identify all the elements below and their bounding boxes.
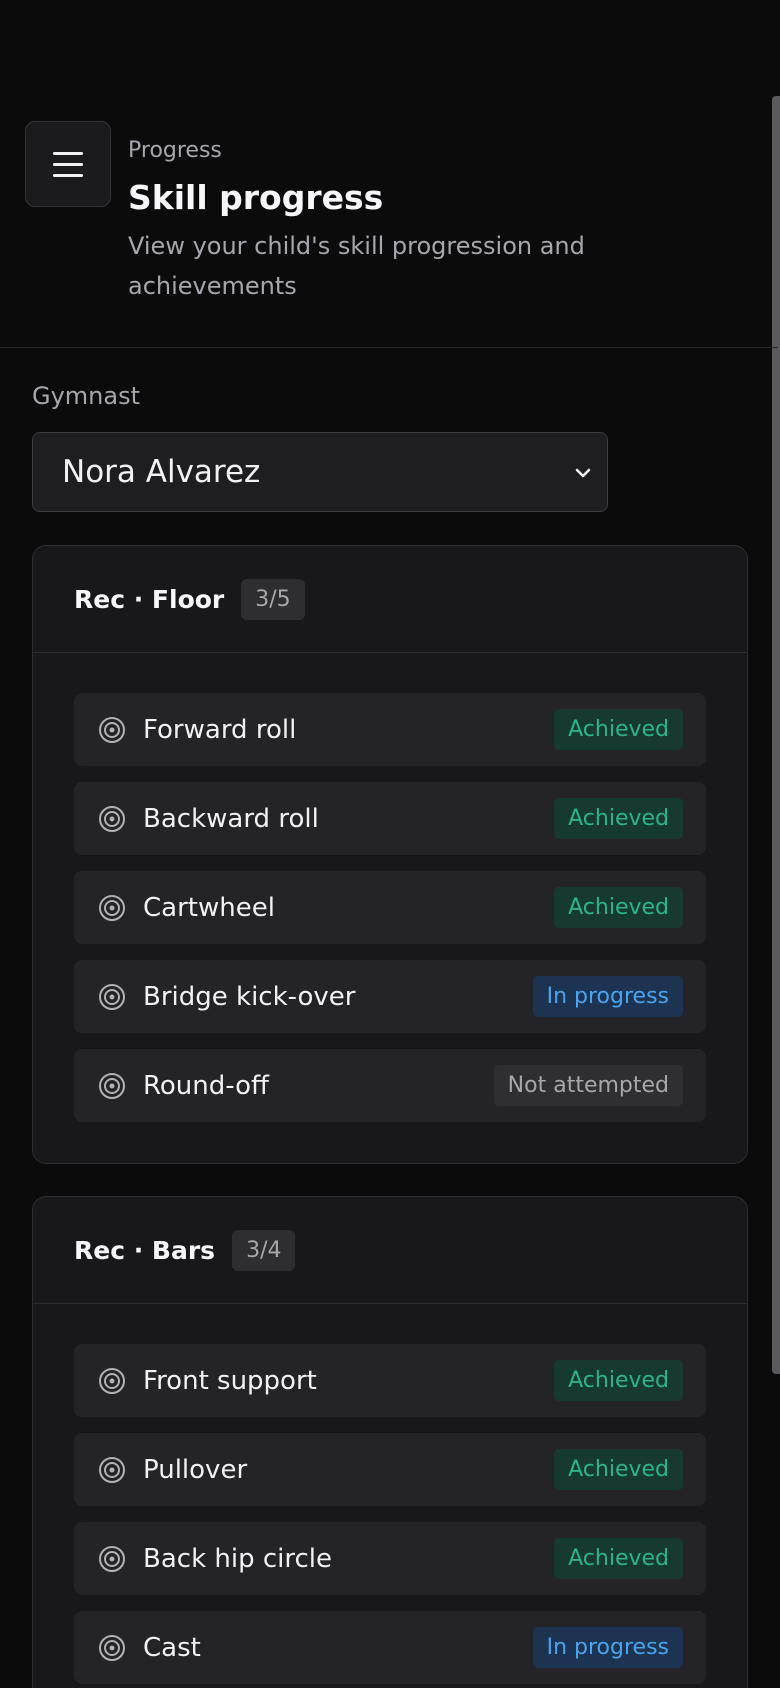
hamburger-menu-icon (53, 151, 83, 155)
category-title: Rec · Floor (74, 584, 225, 614)
skill-row[interactable]: Front support Achieved (74, 1344, 706, 1417)
skill-row[interactable]: Cartwheel Achieved (74, 871, 706, 944)
skill-name: Back hip circle (143, 1543, 333, 1574)
status-badge: Achieved (554, 709, 683, 750)
status-badge: Achieved (554, 1449, 683, 1490)
category-card-bars: Rec · Bars 3/4 Front support Achieved Pu… (32, 1196, 748, 1688)
target-icon (99, 1634, 125, 1661)
achieved-count-badge: 3/5 (241, 578, 305, 620)
skill-row[interactable]: Bridge kick-over In progress (74, 960, 706, 1033)
status-badge: Not attempted (493, 1065, 683, 1106)
achieved-count-badge: 3/4 (232, 1229, 296, 1271)
skill-name: Backward roll (143, 803, 319, 834)
target-icon (99, 983, 125, 1010)
status-badge: In progress (532, 1627, 683, 1668)
target-icon (99, 1545, 125, 1572)
breadcrumb: Progress (128, 138, 222, 163)
target-icon (99, 1072, 125, 1099)
target-icon (99, 716, 125, 743)
skill-progress-page: Progress Skill progress View your child'… (0, 0, 780, 1688)
gymnast-select-value: Nora Alvarez (62, 454, 261, 490)
skill-name: Bridge kick-over (143, 981, 356, 1012)
skill-row[interactable]: Round-off Not attempted (74, 1049, 706, 1122)
status-badge: Achieved (554, 798, 683, 839)
skill-row[interactable]: Forward roll Achieved (74, 693, 706, 766)
page-title: Skill progress (128, 178, 384, 217)
category-card-header: Rec · Floor 3/5 (33, 546, 747, 653)
category-card-floor: Rec · Floor 3/5 Forward roll Achieved Ba… (32, 545, 748, 1164)
target-icon (99, 805, 125, 832)
skill-row[interactable]: Backward roll Achieved (74, 782, 706, 855)
chevron-down-icon (575, 468, 591, 478)
skill-name: Pullover (143, 1454, 248, 1485)
page-header: Progress Skill progress View your child'… (0, 0, 778, 348)
skill-name: Front support (143, 1365, 317, 1396)
status-badge: Achieved (554, 887, 683, 928)
skill-row[interactable]: Cast In progress (74, 1611, 706, 1684)
status-badge: In progress (532, 976, 683, 1017)
skill-row[interactable]: Pullover Achieved (74, 1433, 706, 1506)
skill-row[interactable]: Back hip circle Achieved (74, 1522, 706, 1595)
skill-name: Cartwheel (143, 892, 275, 923)
target-icon (99, 894, 125, 921)
skill-name: Cast (143, 1632, 201, 1663)
gymnast-label: Gymnast (32, 382, 141, 410)
target-icon (99, 1456, 125, 1483)
skill-name: Round-off (143, 1070, 269, 1101)
status-badge: Achieved (554, 1360, 683, 1401)
skill-name: Forward roll (143, 714, 297, 745)
category-title: Rec · Bars (74, 1235, 216, 1265)
status-badge: Achieved (554, 1538, 683, 1579)
gymnast-select[interactable]: Nora Alvarez (32, 432, 608, 512)
page-subtitle: View your child's skill progression and … (128, 232, 585, 300)
target-icon (99, 1367, 125, 1394)
menu-button[interactable] (25, 121, 111, 207)
category-card-header: Rec · Bars 3/4 (33, 1197, 747, 1304)
